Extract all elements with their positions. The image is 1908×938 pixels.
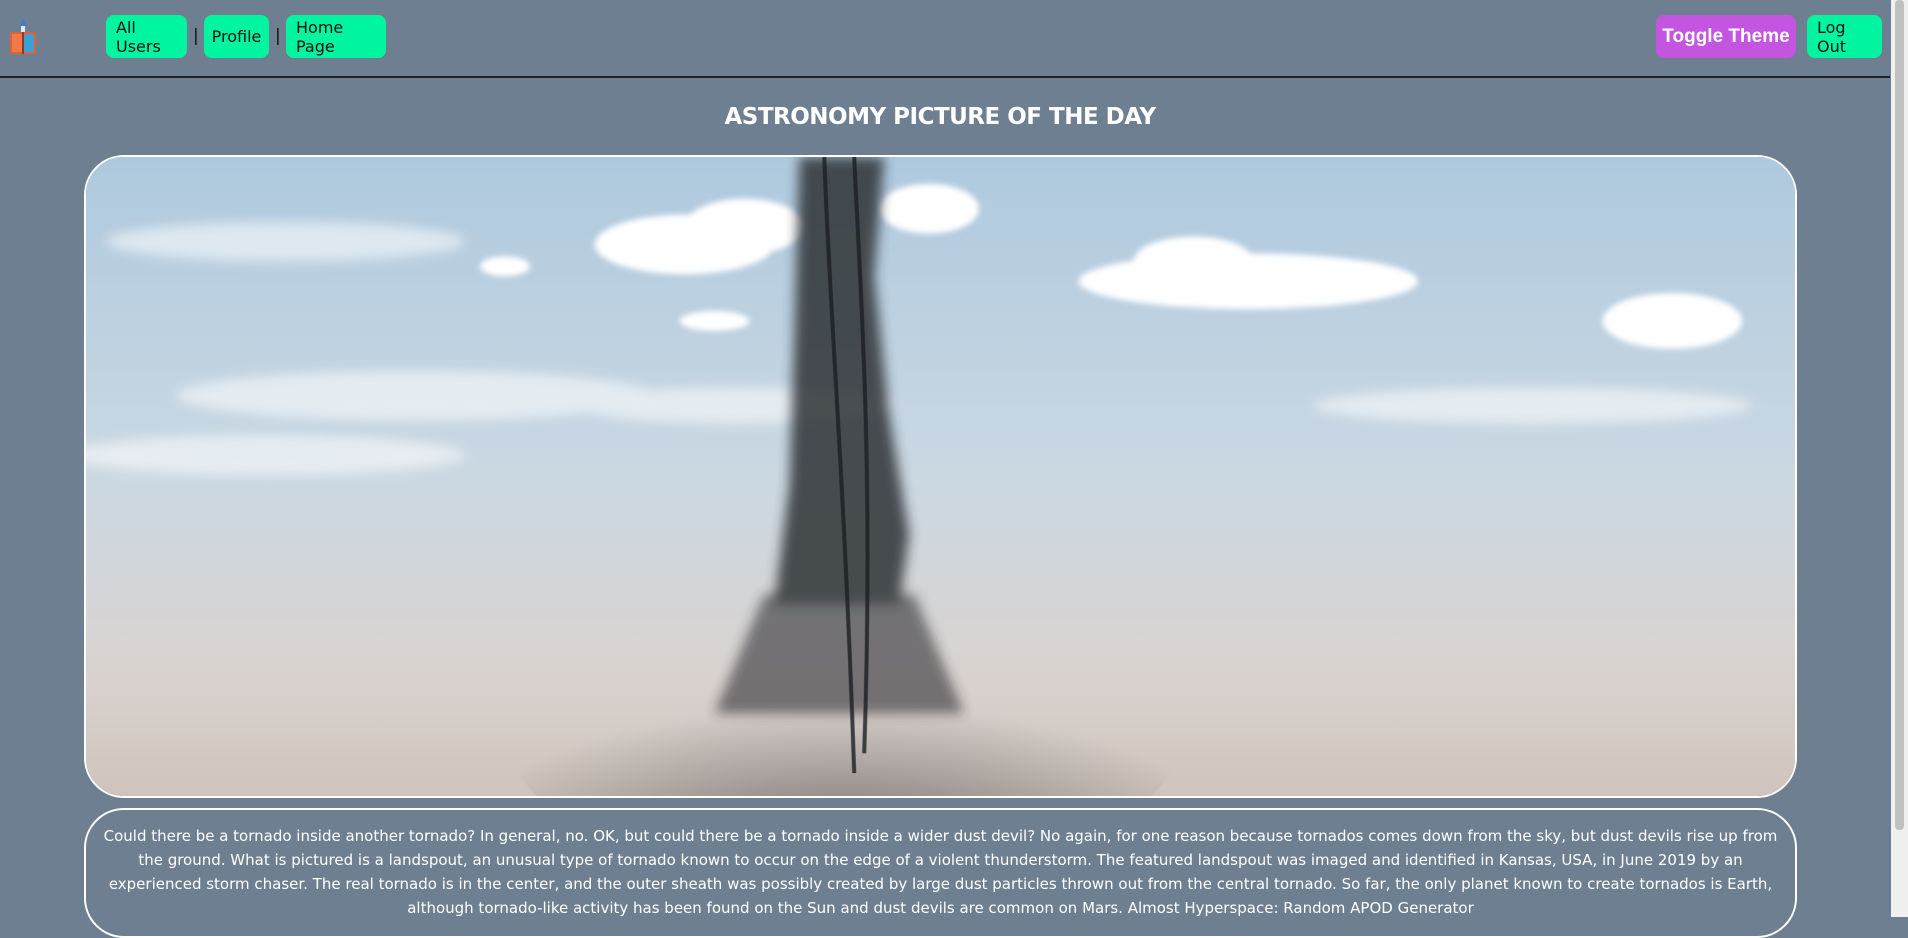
profile-button[interactable]: Profile bbox=[204, 15, 269, 58]
toggle-theme-button[interactable]: Toggle Theme bbox=[1656, 15, 1796, 58]
page-title: ASTRONOMY PICTURE OF THE DAY bbox=[724, 104, 1156, 130]
top-navbar: All Users | Profile | Home Page Toggle T… bbox=[0, 0, 1890, 78]
scrollbar-thumb[interactable] bbox=[1895, 0, 1904, 830]
home-page-button[interactable]: Home Page bbox=[286, 15, 386, 58]
apod-description: Could there be a tornado inside another … bbox=[84, 808, 1797, 938]
apod-image bbox=[84, 155, 1797, 798]
log-out-button[interactable]: Log Out bbox=[1807, 15, 1882, 58]
vertical-scrollbar[interactable] bbox=[1891, 0, 1908, 917]
rocket-book-logo-icon[interactable] bbox=[8, 16, 38, 56]
all-users-button[interactable]: All Users bbox=[106, 15, 187, 58]
nav-separator: | bbox=[193, 26, 199, 46]
nav-separator: | bbox=[275, 26, 281, 46]
